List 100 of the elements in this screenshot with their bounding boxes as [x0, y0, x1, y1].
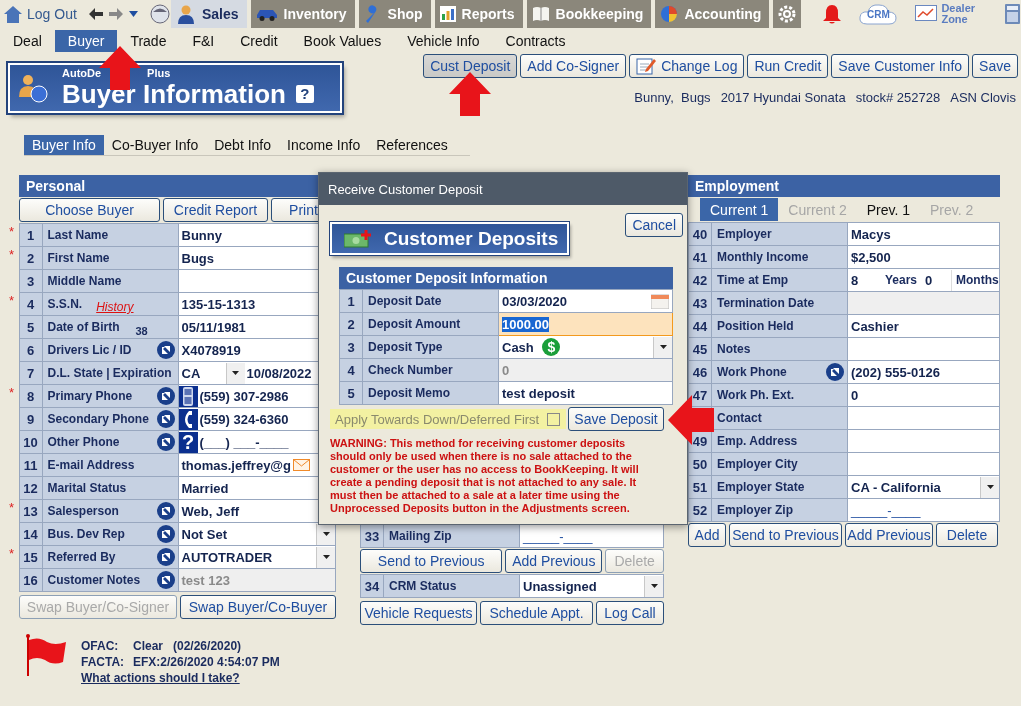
value-field[interactable] [847, 452, 1000, 476]
section-tab[interactable]: Income Info [279, 135, 369, 155]
value-field[interactable]: Macys [847, 222, 1000, 246]
value-field[interactable] [847, 406, 1000, 430]
customer-summary-text: Bunny, Bugs [634, 90, 711, 105]
row-number: 3 [19, 269, 42, 293]
save-deposit-button[interactable]: Save Deposit [568, 407, 664, 431]
dropdown-button[interactable] [316, 546, 335, 568]
caret-icon [322, 555, 330, 559]
action-button[interactable]: Choose Buyer [19, 198, 160, 222]
value-field[interactable] [847, 291, 1000, 315]
action-button[interactable]: Delete [936, 523, 998, 547]
section-tab[interactable]: References [368, 135, 456, 155]
toolbar-button[interactable]: Change Log [629, 54, 745, 78]
field-label: Monthly Income [717, 250, 809, 264]
toolbar-button[interactable]: Save [972, 54, 1018, 78]
field-value: (202) 555-0126 [851, 364, 940, 380]
forward-arrow-icon [108, 8, 123, 20]
action-button[interactable]: Send to Previous [360, 549, 503, 573]
field-value: 135-15-1313 [181, 296, 256, 312]
value-field[interactable]: Unassigned [519, 574, 664, 598]
value-field[interactable]: _____-____ [847, 498, 1000, 522]
field-label: Deposit Date [368, 294, 442, 308]
crm-button[interactable]: CRM [859, 3, 898, 25]
dropdown-button[interactable] [980, 476, 999, 498]
value-field[interactable]: $2,500 [847, 245, 1000, 269]
module-tab[interactable]: Sales [171, 0, 247, 28]
toolbar-button[interactable]: Add Co-Signer [520, 54, 627, 78]
action-button[interactable]: Credit Report [163, 198, 268, 222]
field-label: Notes [717, 342, 751, 356]
value-field[interactable]: 1000.00 [498, 312, 673, 336]
value-field[interactable]: _____-____ [519, 524, 664, 548]
field-value: Macys [851, 226, 891, 242]
page-title: Buyer Information [62, 78, 286, 109]
menu-tab[interactable]: F&I [179, 30, 228, 52]
menu-tab[interactable]: Credit [227, 30, 291, 52]
action-button[interactable]: Add [688, 523, 726, 547]
row-number: 11 [19, 453, 42, 477]
cancel-button[interactable]: Cancel [625, 213, 683, 237]
employment-tab[interactable]: Prev. 1 [856, 198, 921, 221]
action-button[interactable]: Swap Buyer/Co-Buyer [180, 595, 336, 619]
value-field[interactable]: 03/03/2020 [498, 289, 673, 313]
module-tab[interactable]: Bookkeeping [526, 0, 652, 28]
brand-text: Plus [147, 67, 171, 79]
row-number: 5 [339, 381, 363, 405]
value-field[interactable]: Cashier [847, 314, 1000, 338]
value-field[interactable] [847, 337, 1000, 361]
menu-tab[interactable]: Trade [117, 30, 180, 52]
dropdown-icon [128, 11, 138, 17]
module-tab[interactable]: Shop [358, 0, 431, 28]
value-field[interactable]: 0 [847, 383, 1000, 407]
toolbar-button[interactable]: Cust Deposit [423, 54, 518, 78]
logout-link[interactable]: Log Out [4, 5, 77, 23]
row-number: 12 [19, 476, 42, 500]
value-field[interactable]: test deposit [498, 381, 673, 405]
value-field[interactable] [847, 429, 1000, 453]
value-field[interactable]: 8 Years 0 Months [847, 268, 1000, 292]
section-tab[interactable]: Debt Info [206, 135, 280, 155]
menu-tab[interactable]: Deal [0, 30, 55, 52]
row-number: 6 [19, 338, 42, 362]
action-button[interactable]: Send to Previous [729, 523, 842, 547]
menu-tab[interactable]: Buyer [54, 30, 118, 52]
action-button[interactable]: Add Previous [845, 523, 933, 547]
required-mark: * [9, 499, 15, 515]
arrow-circle-icon [156, 341, 175, 359]
row-number: 7 [19, 361, 42, 385]
value-field[interactable]: AUTOTRADER [178, 545, 336, 569]
value-field[interactable]: CA - California [847, 475, 1000, 499]
module-tab[interactable]: Reports [434, 0, 523, 28]
toolbar-button[interactable]: Run Credit [747, 54, 829, 78]
caret-icon [322, 532, 330, 536]
bell-icon[interactable] [823, 4, 842, 24]
help-icon[interactable]: ? [295, 84, 314, 103]
action-button[interactable]: Vehicle Requests [360, 601, 477, 625]
module-tab[interactable]: Inventory [250, 0, 355, 28]
menu-tab[interactable]: Book Values [290, 30, 395, 52]
row-number: 45 [688, 337, 712, 361]
menu-tab[interactable]: Vehicle Info [394, 30, 493, 52]
zip-placeholder: _____-____ [523, 528, 593, 544]
help-link[interactable]: What actions should I take? [81, 671, 280, 685]
dropdown-button[interactable] [644, 575, 663, 597]
employment-tab[interactable]: Current 1 [700, 198, 779, 221]
value-field[interactable]: (202) 555-0126 [847, 360, 1000, 384]
report-icon [439, 6, 456, 22]
dropdown-button[interactable] [316, 523, 335, 545]
section-tab[interactable]: Buyer Info [24, 135, 104, 155]
calculator-icon[interactable] [1005, 4, 1021, 24]
menu-tab[interactable]: Contracts [492, 30, 579, 52]
section-tab[interactable]: Co-Buyer Info [103, 135, 207, 155]
checkbox[interactable] [547, 412, 561, 426]
toolbar-button[interactable]: Save Customer Info [831, 54, 970, 78]
module-tab[interactable]: Accounting [655, 0, 770, 28]
action-button[interactable]: Log Call [596, 601, 664, 625]
dealer-zone-button[interactable]: Dealer Zone [915, 3, 982, 25]
dropdown-button[interactable] [653, 336, 672, 358]
dropdown-button[interactable] [225, 362, 245, 384]
settings-button[interactable] [773, 0, 802, 28]
action-button[interactable]: Add Previous [505, 549, 603, 573]
action-button[interactable]: Schedule Appt. [480, 601, 593, 625]
arrow-circle-icon [156, 387, 175, 405]
